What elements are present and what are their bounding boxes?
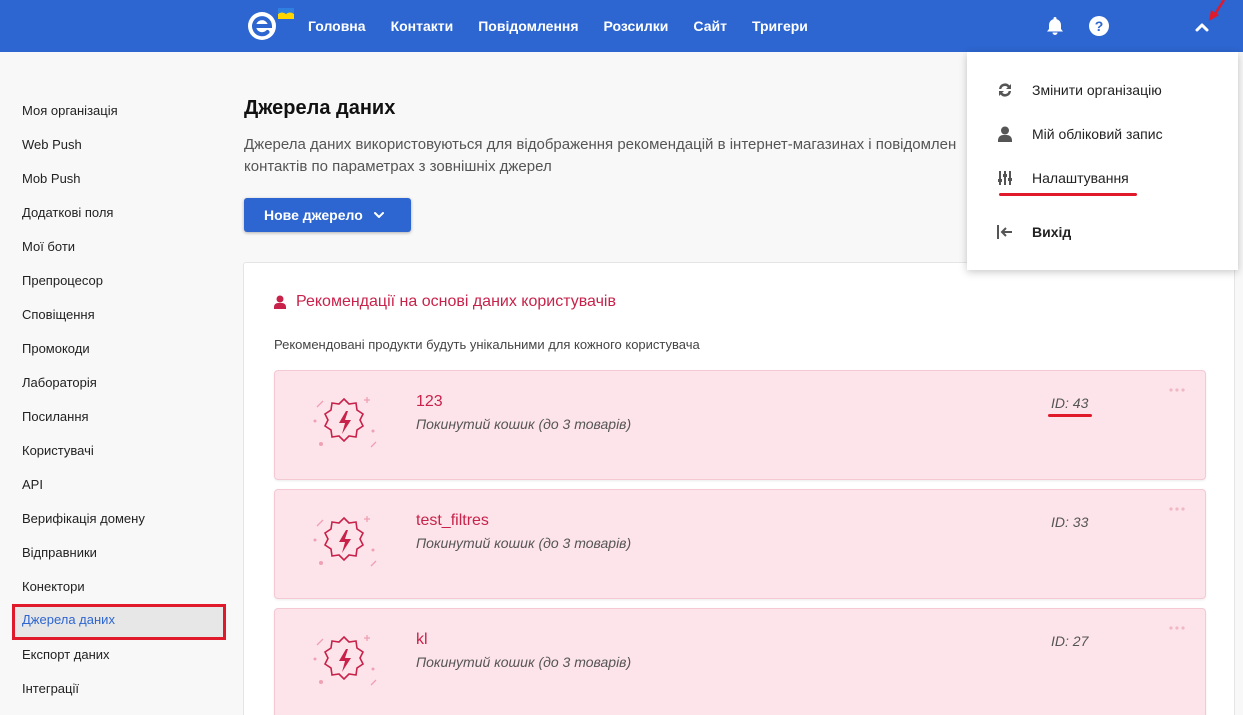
menu-item-label: Налаштування — [1032, 170, 1129, 186]
sidebar-item-my-org[interactable]: Моя організація — [12, 95, 226, 127]
sliders-icon — [995, 168, 1015, 188]
red-underline-annotation — [999, 193, 1137, 196]
sidebar-item-data-sources[interactable]: Джерела даних — [12, 604, 226, 640]
lightning-badge-icon — [313, 516, 377, 567]
page-description: Джерела даних використовуються для відоб… — [244, 136, 957, 175]
source-card[interactable]: 123 Покинутий кошик (до 3 товарів) ID: 4… — [274, 370, 1206, 480]
source-description: Покинутий кошик (до 3 товарів) — [416, 535, 632, 551]
menu-item-logout[interactable]: Вихід — [967, 214, 1238, 250]
source-id: ID: 43 — [1051, 395, 1089, 411]
menu-item-my-account[interactable]: Мій обліковий запис — [967, 116, 1238, 152]
sidebar-item-users[interactable]: Користувачі — [12, 435, 226, 467]
sidebar-item-links[interactable]: Посилання — [12, 401, 226, 433]
source-description: Покинутий кошик (до 3 товарів) — [416, 416, 632, 432]
nav-site[interactable]: Сайт — [693, 18, 727, 34]
sidebar-item-domain-verification[interactable]: Верифікація домену — [12, 503, 226, 535]
user-icon — [995, 124, 1015, 144]
red-arrow-annotation — [1209, 0, 1226, 21]
sidebar-item-web-push[interactable]: Web Push — [12, 129, 226, 161]
top-navbar: Головна Контакти Повідомлення Розсилки С… — [0, 0, 1243, 52]
nav-home[interactable]: Головна — [308, 18, 366, 34]
nav-messages[interactable]: Повідомлення — [478, 18, 578, 34]
refresh-icon — [995, 80, 1015, 100]
nav-mailings[interactable]: Розсилки — [604, 18, 669, 34]
sidebar-item-api[interactable]: API — [12, 469, 226, 501]
source-name: 123 — [416, 393, 443, 410]
sidebar-item-connectors[interactable]: Конектори — [12, 571, 226, 603]
menu-item-settings[interactable]: Налаштування — [967, 160, 1238, 196]
help-icon[interactable]: ? — [1088, 15, 1110, 37]
sidebar-item-senders[interactable]: Відправники — [12, 537, 226, 569]
new-source-button[interactable]: Нове джерело — [244, 198, 411, 232]
sidebar-item-laboratory[interactable]: Лабораторія — [12, 367, 226, 399]
panel-title-text: Рекомендації на основі даних користувачі… — [296, 293, 616, 310]
recommendations-panel: Рекомендації на основі даних користувачі… — [243, 262, 1235, 715]
lightning-badge-icon — [313, 397, 377, 448]
sidebar-item-preprocessor[interactable]: Препроцесор — [12, 265, 226, 297]
panel-title: Рекомендації на основі даних користувачі… — [274, 293, 616, 311]
source-card[interactable]: test_filtres Покинутий кошик (до 3 товар… — [274, 489, 1206, 599]
bell-icon[interactable] — [1044, 15, 1066, 37]
menu-item-label: Вихід — [1032, 224, 1072, 240]
source-description: Покинутий кошик (до 3 товарів) — [416, 654, 632, 670]
new-source-button-label: Нове джерело — [264, 207, 363, 223]
more-options-icon[interactable] — [1167, 385, 1187, 395]
chevron-down-icon — [373, 212, 384, 218]
panel-subtitle: Рекомендовані продукти будуть унікальним… — [274, 337, 700, 352]
svg-text:?: ? — [1095, 18, 1104, 34]
sidebar-item-extra-fields[interactable]: Додаткові поля — [12, 197, 226, 229]
user-icon — [274, 295, 286, 309]
sidebar-item-my-bots[interactable]: Мої боти — [12, 231, 226, 263]
main-nav: Головна Контакти Повідомлення Розсилки С… — [308, 0, 833, 52]
menu-item-label: Змінити організацію — [1032, 82, 1162, 98]
nav-contacts[interactable]: Контакти — [391, 18, 454, 34]
red-underline-annotation — [1048, 414, 1092, 417]
account-dropdown-menu: Змінити організацію Мій обліковий запис … — [967, 52, 1238, 270]
menu-item-label: Мій обліковий запис — [1032, 126, 1163, 142]
sidebar-item-data-export[interactable]: Експорт даних — [12, 639, 226, 671]
page-title: Джерела даних — [244, 97, 396, 119]
more-options-icon[interactable] — [1167, 504, 1187, 514]
menu-item-change-org[interactable]: Змінити організацію — [967, 72, 1238, 108]
logo[interactable] — [246, 6, 294, 44]
source-card[interactable]: kl Покинутий кошик (до 3 товарів) ID: 27 — [274, 608, 1206, 715]
source-id: ID: 33 — [1051, 514, 1089, 530]
more-options-icon[interactable] — [1167, 623, 1187, 633]
sidebar-item-promocodes[interactable]: Промокоди — [12, 333, 226, 365]
sidebar-item-mob-push[interactable]: Mob Push — [12, 163, 226, 195]
nav-triggers[interactable]: Тригери — [752, 18, 808, 34]
logout-icon — [995, 222, 1015, 242]
sidebar-item-notifications[interactable]: Сповіщення — [12, 299, 226, 331]
lightning-badge-icon — [313, 635, 377, 686]
sidebar-item-integrations[interactable]: Інтеграції — [12, 673, 226, 705]
source-name: kl — [416, 631, 428, 648]
source-name: test_filtres — [416, 512, 489, 529]
source-id: ID: 27 — [1051, 633, 1089, 649]
